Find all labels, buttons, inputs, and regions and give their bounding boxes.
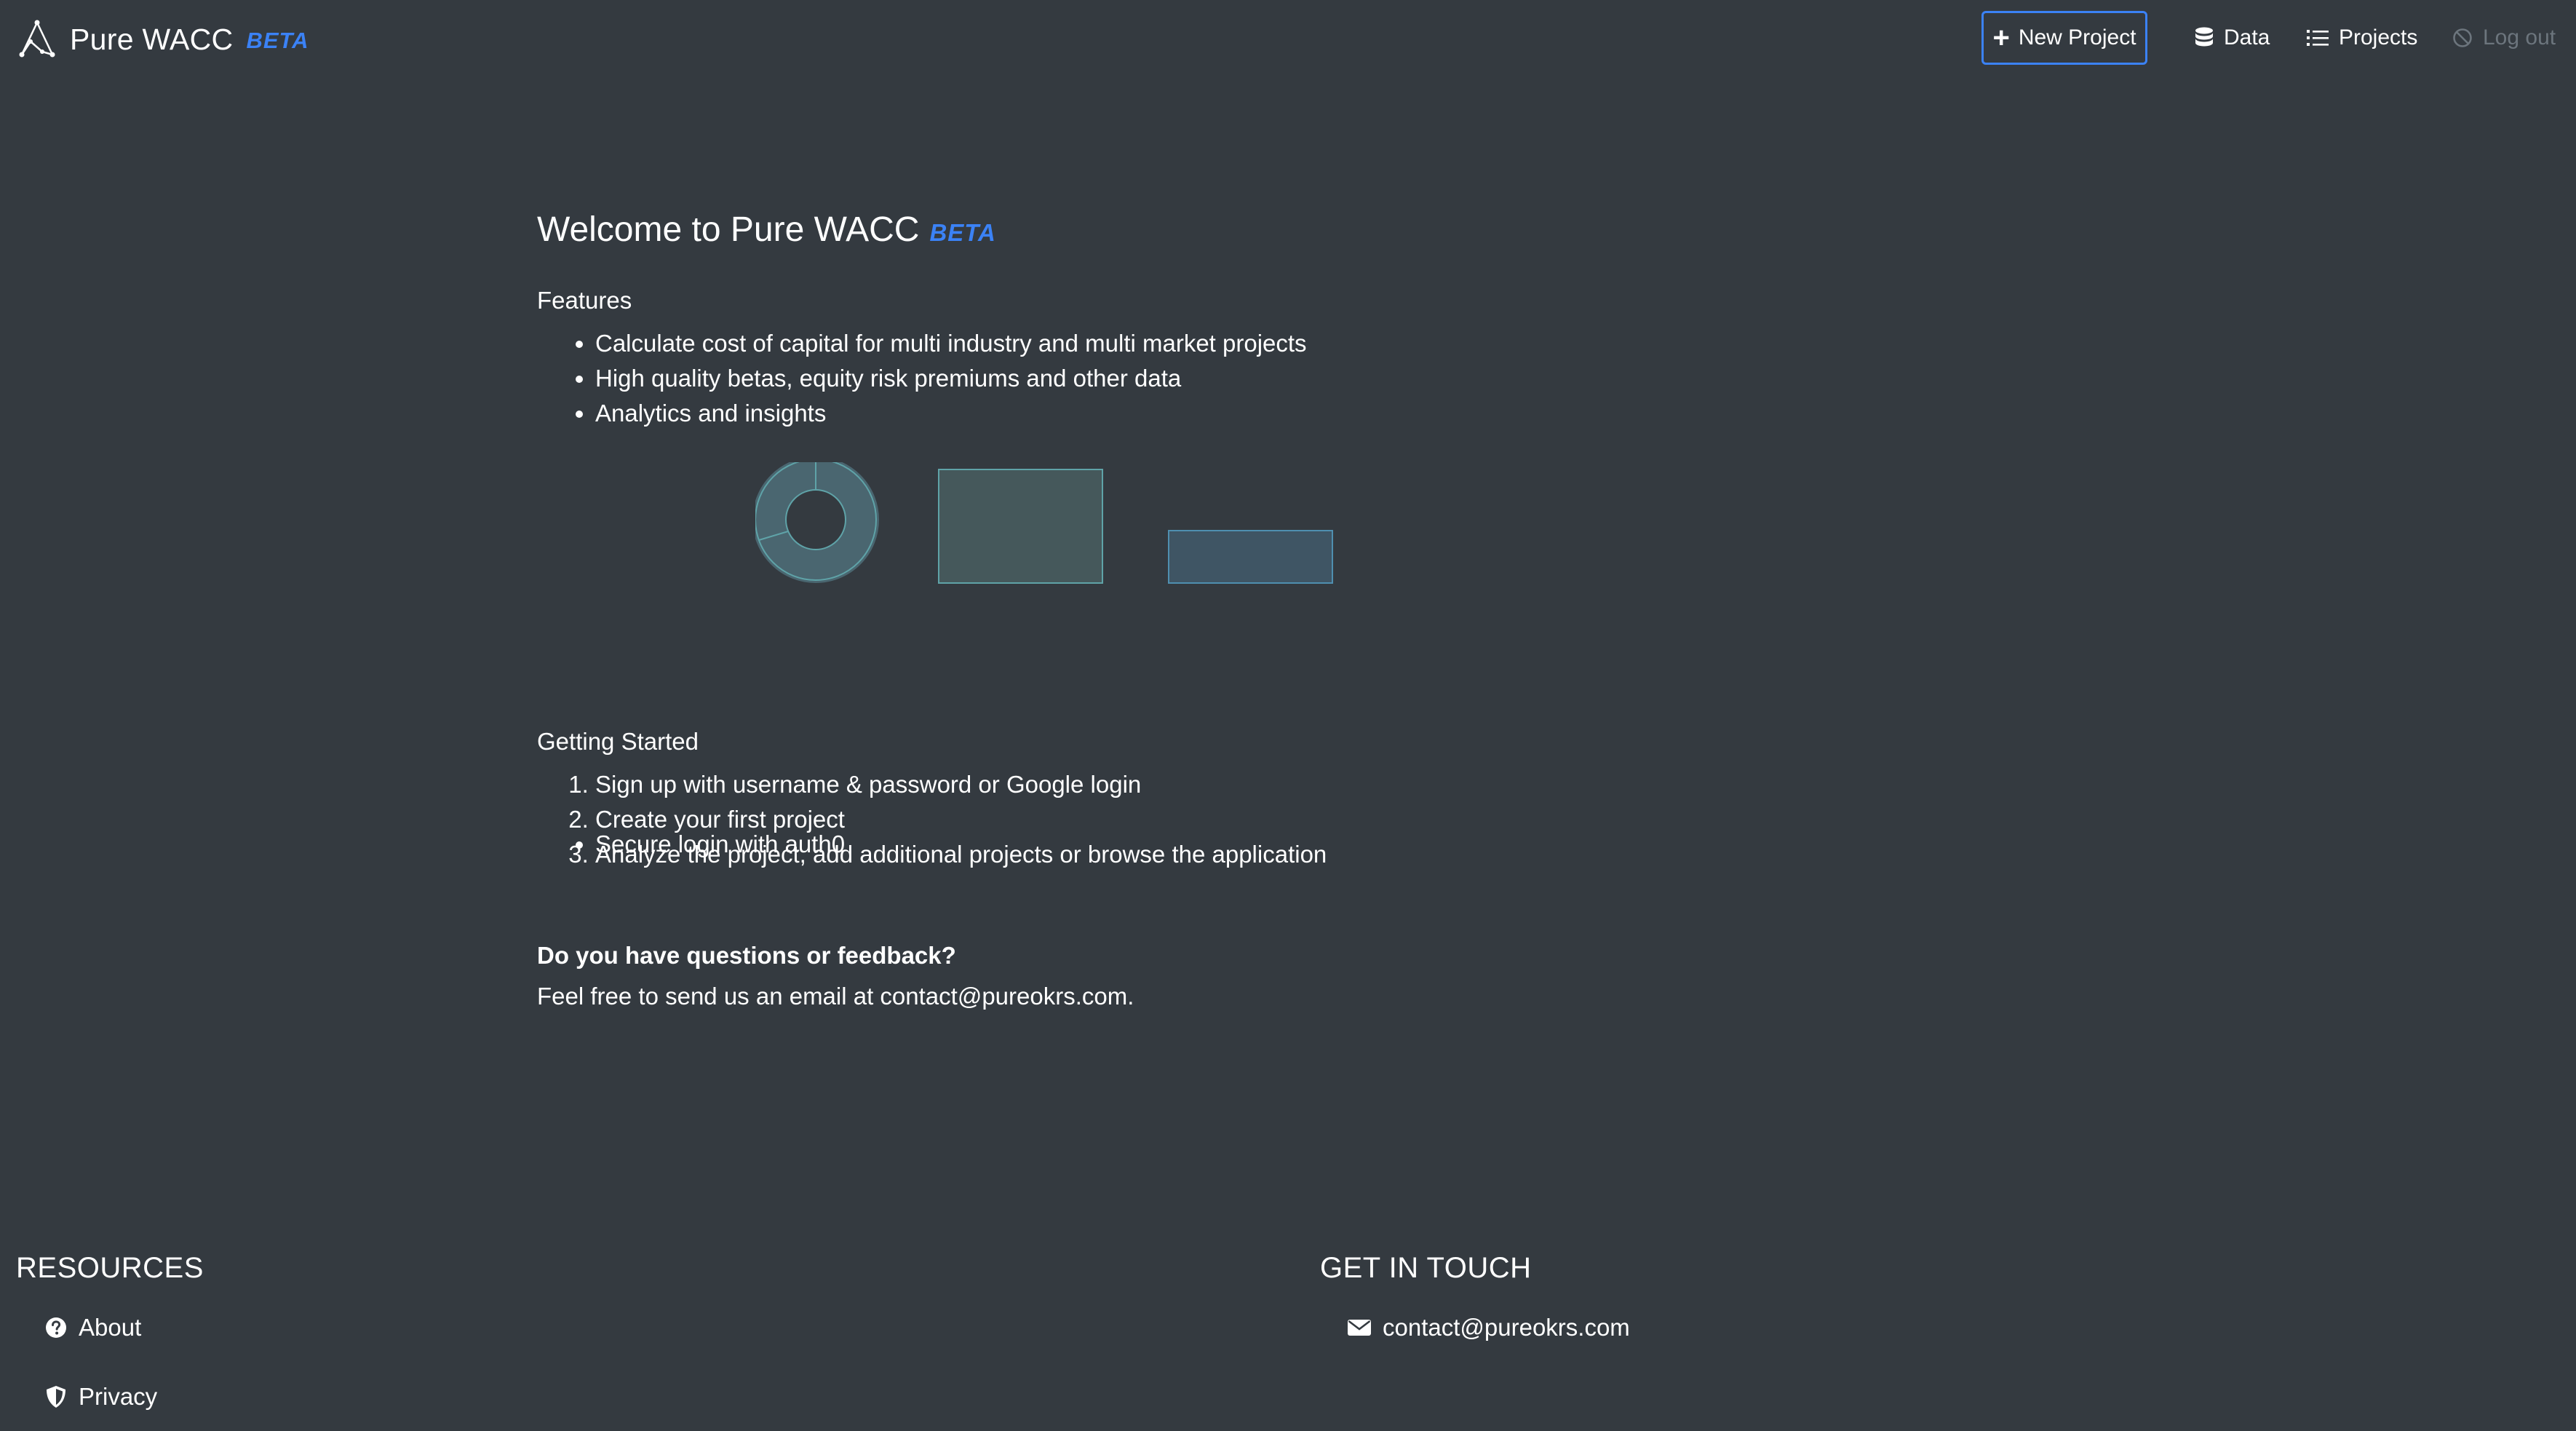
privacy-link[interactable]: Privacy: [45, 1383, 157, 1411]
get-in-touch-heading: GET IN TOUCH: [1320, 1252, 1532, 1284]
list-item: Sign up with username & password or Goog…: [595, 767, 1327, 802]
features-list: Calculate cost of capital for multi indu…: [537, 326, 1307, 431]
nav-data-label: Data: [2224, 25, 2270, 49]
donut-chart-icon: [755, 462, 879, 583]
nav-logout-label: Log out: [2483, 25, 2556, 49]
about-label: About: [79, 1314, 142, 1341]
navbar: Pure WACC BETA + New Project Data Projec…: [0, 0, 2576, 77]
page-title: Welcome to Pure WACC BETA: [537, 210, 996, 250]
nav-logout-link[interactable]: Log out: [2452, 11, 2556, 65]
nav-projects-link[interactable]: Projects: [2307, 11, 2417, 65]
list-item: Calculate cost of capital for multi indu…: [595, 326, 1307, 361]
bar-shape-large: [938, 469, 1103, 584]
about-link[interactable]: About: [45, 1314, 141, 1341]
shield-icon: [47, 1386, 65, 1408]
welcome-title: Welcome to Pure WACC: [537, 210, 920, 249]
questions-text: Feel free to send us an email at contact…: [537, 983, 1134, 1010]
list-item: Create your first project: [595, 802, 1327, 837]
list-item: Analyze the project, add additional proj…: [595, 837, 1327, 872]
question-circle-icon: [46, 1317, 66, 1338]
privacy-label: Privacy: [79, 1383, 158, 1410]
new-project-label: New Project: [2018, 25, 2136, 49]
analytics-illustration: [755, 462, 1333, 584]
database-icon: [2195, 27, 2213, 47]
plus-icon: +: [1992, 22, 2010, 54]
ban-icon: [2453, 28, 2472, 47]
getting-started-heading: Getting Started: [537, 728, 699, 755]
contact-email-label: contact@pureokrs.com: [1383, 1314, 1630, 1341]
resources-heading: RESOURCES: [16, 1252, 204, 1284]
getting-started-list: Sign up with username & password or Goog…: [537, 767, 1327, 872]
new-project-button[interactable]: + New Project: [1981, 11, 2147, 65]
envelope-icon: [1348, 1320, 1371, 1336]
list-item: Analytics and insights: [595, 396, 1307, 431]
questions-heading: Do you have questions or feedback?: [537, 942, 956, 969]
nav-right: + New Project Data Projects Log out: [0, 11, 2576, 66]
contact-email-link[interactable]: contact@pureokrs.com: [1348, 1314, 1630, 1341]
nav-data-link[interactable]: Data: [2195, 11, 2270, 65]
bar-shape-small: [1168, 530, 1333, 584]
welcome-beta-badge: BETA: [929, 219, 996, 246]
list-icon: [2307, 30, 2329, 46]
nav-projects-label: Projects: [2339, 25, 2418, 49]
features-heading: Features: [537, 287, 632, 314]
list-item: High quality betas, equity risk premiums…: [595, 361, 1307, 396]
